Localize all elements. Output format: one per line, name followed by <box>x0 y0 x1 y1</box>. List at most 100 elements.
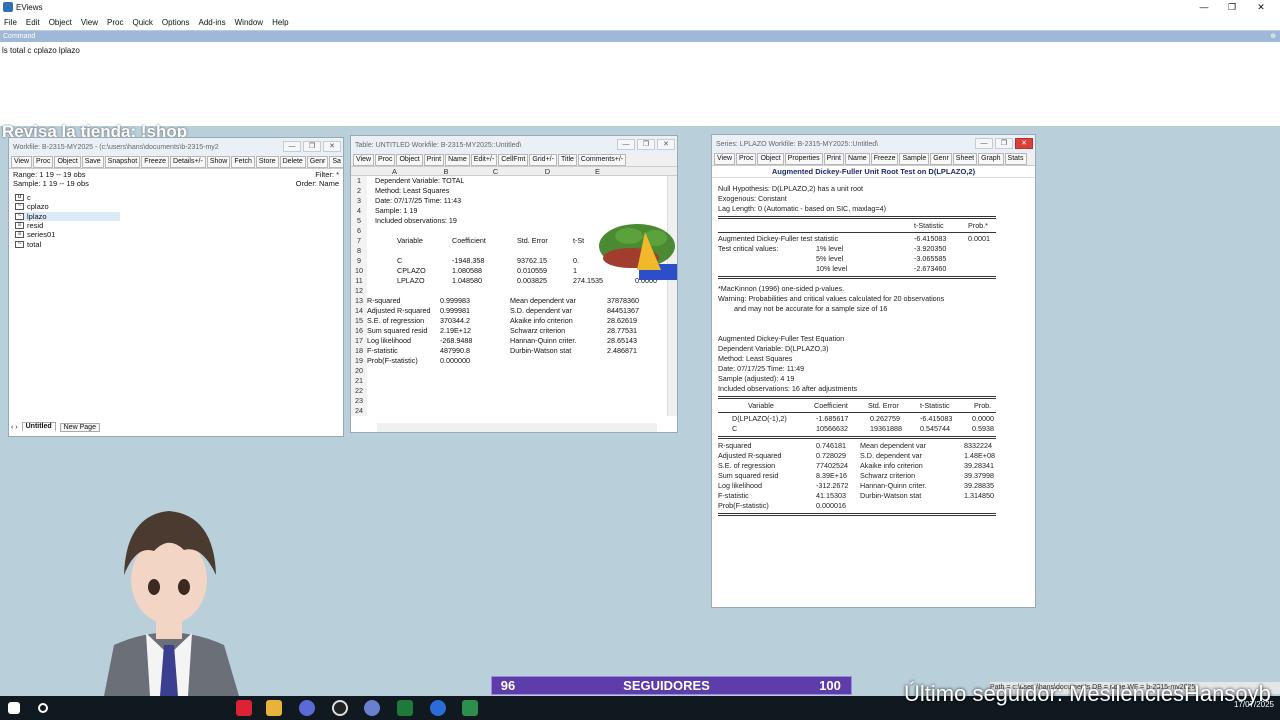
app-icon[interactable] <box>299 700 315 716</box>
sample-text[interactable]: Sample: 1 19 -- 19 obs <box>13 179 176 188</box>
column-header[interactable]: A <box>367 167 422 176</box>
windows-start-icon[interactable] <box>8 702 20 714</box>
column-header[interactable]: E <box>574 167 621 176</box>
column-header[interactable]: B <box>422 167 470 176</box>
tab-untitled[interactable]: Untitled <box>21 422 56 432</box>
toolbar-button-view[interactable]: View <box>353 154 375 166</box>
pin-icon[interactable]: ⊕ <box>1270 31 1276 42</box>
toolbar-button-freeze[interactable]: Freeze <box>870 153 899 165</box>
toolbar-button-details[interactable]: Details+/- <box>170 156 206 168</box>
toolbar-button-name[interactable]: Name <box>845 153 870 165</box>
table-titlebar[interactable]: Table: UNTITLED Workfile: B-2315-MY2025:… <box>351 136 677 154</box>
toolbar-button-store[interactable]: Store <box>255 156 279 168</box>
table-row[interactable]: 21 <box>351 376 677 386</box>
minimize-button[interactable]: — <box>975 138 993 149</box>
menu-item-file[interactable]: File <box>4 18 17 27</box>
toolbar-button-grid[interactable]: Grid+/- <box>529 154 557 166</box>
menu-item-quick[interactable]: Quick <box>132 18 152 27</box>
table-row[interactable]: 13 R-squared 0.999983 Mean dependent var 378… <box>351 296 677 306</box>
tab-new-page[interactable]: New Page <box>59 422 100 432</box>
order-text[interactable]: Order: Name <box>176 179 339 188</box>
table-row[interactable]: 3 Date: 07/17/25 Time: 11:43 <box>351 196 677 206</box>
table-row[interactable]: 17 Log likelihood -268.9488 Hannan-Quinn cr… <box>351 336 677 346</box>
workfile-item-total[interactable]: ~ total <box>15 239 337 249</box>
app-icon[interactable] <box>364 700 380 716</box>
maximize-button[interactable]: ❐ <box>637 139 655 150</box>
toolbar-button-comments[interactable]: Comments+/- <box>577 154 627 166</box>
toolbar-button-genr[interactable]: Genr <box>930 153 952 165</box>
menu-item-window[interactable]: Window <box>235 18 263 27</box>
range-text[interactable]: Range: 1 19 -- 19 obs <box>13 170 176 179</box>
toolbar-button-print[interactable]: Print <box>423 154 445 166</box>
chrome-icon[interactable] <box>430 700 446 716</box>
close-button[interactable]: ✕ <box>1250 0 1272 14</box>
close-button[interactable]: ✕ <box>657 139 675 150</box>
toolbar-button-view[interactable]: View <box>714 153 736 165</box>
tab-scroll-left[interactable]: ‹ › <box>11 424 18 431</box>
minimize-button[interactable]: — <box>283 141 301 152</box>
table-row[interactable]: 14 Adjusted R-squared 0.999981 S.D. depende… <box>351 306 677 316</box>
maximize-button[interactable]: ❐ <box>995 138 1013 149</box>
menu-item-object[interactable]: Object <box>49 18 72 27</box>
workfile-item-lplazo[interactable]: ~ lplazo <box>15 211 120 221</box>
search-icon[interactable] <box>38 703 48 713</box>
table-row[interactable]: 24 <box>351 406 677 416</box>
table-row[interactable]: 2 Method: Least Squares <box>351 186 677 196</box>
toolbar-button-genr[interactable]: Genr <box>306 156 329 168</box>
workfile-item-resid[interactable]: ≡ resid <box>15 221 337 230</box>
table-row[interactable]: 23 <box>351 396 677 406</box>
table-row[interactable]: 12 <box>351 286 677 296</box>
menu-item-help[interactable]: Help <box>272 18 288 27</box>
vertical-scrollbar[interactable] <box>667 176 677 416</box>
table-row[interactable]: 16 Sum squared resid 2.19E+12 Schwarz crite… <box>351 326 677 336</box>
table-grid[interactable]: 1 Dependent Variable: TOTAL 2 Method: Least… <box>351 176 677 416</box>
toolbar-button-proc[interactable]: Proc <box>736 153 757 165</box>
maximize-button[interactable]: ❐ <box>1221 0 1243 14</box>
toolbar-button-sheet[interactable]: Sheet <box>952 153 978 165</box>
toolbar-button-proc[interactable]: Proc <box>33 156 54 168</box>
taskbar-clock[interactable]: 17/07/2025 <box>1234 700 1274 709</box>
workfile-item-cplazo[interactable]: ~ cplazo <box>15 202 337 211</box>
adf-output[interactable]: Null Hypothesis: D(LPLAZO,2) has a unit … <box>712 178 1002 520</box>
minimize-button[interactable]: — <box>1193 0 1215 14</box>
file-explorer-icon[interactable] <box>266 700 282 716</box>
toolbar-button-object[interactable]: Object <box>757 153 784 165</box>
menu-item-view[interactable]: View <box>81 18 98 27</box>
maximize-button[interactable]: ❐ <box>303 141 321 152</box>
toolbar-button-stats[interactable]: Stats <box>1004 153 1027 165</box>
toolbar-button-sample[interactable]: Sample <box>899 153 930 165</box>
toolbar-button-fetch[interactable]: Fetch <box>231 156 255 168</box>
table-row[interactable]: 4 Sample: 1 19 <box>351 206 677 216</box>
command-window[interactable]: ls total c cplazo lplazo <box>0 42 1280 126</box>
menu-item-edit[interactable]: Edit <box>26 18 40 27</box>
table-row[interactable]: 20 <box>351 366 677 376</box>
column-header[interactable] <box>351 167 367 176</box>
toolbar-button-proc[interactable]: Proc <box>375 154 396 166</box>
eviews-icon[interactable] <box>462 700 478 716</box>
menu-item-add-ins[interactable]: Add-ins <box>199 18 226 27</box>
toolbar-button-title[interactable]: Title <box>557 154 577 166</box>
close-button[interactable]: ✕ <box>1015 138 1033 149</box>
toolbar-button-print[interactable]: Print <box>823 153 844 165</box>
workfile-item-c[interactable]: αc <box>15 193 337 202</box>
toolbar-button-cellfmt[interactable]: CellFmt <box>498 154 529 166</box>
toolbar-button-object[interactable]: Object <box>54 156 81 168</box>
table-row[interactable]: 18 F-statistic 487990.8 Durbin-Watson stat 2… <box>351 346 677 356</box>
toolbar-button-view[interactable]: View <box>11 156 33 168</box>
toolbar-button-delete[interactable]: Delete <box>279 156 306 168</box>
obs-icon[interactable] <box>332 700 348 716</box>
column-header[interactable]: C <box>470 167 521 176</box>
workfile-titlebar[interactable]: Workfile: B-2315-MY2025 - (c:\users\hans… <box>9 138 343 156</box>
table-row[interactable]: 1 Dependent Variable: TOTAL <box>351 176 677 186</box>
table-row[interactable]: 22 <box>351 386 677 396</box>
toolbar-button-graph[interactable]: Graph <box>978 153 1004 165</box>
minimize-button[interactable]: — <box>617 139 635 150</box>
toolbar-button-name[interactable]: Name <box>445 154 470 166</box>
column-header[interactable]: D <box>521 167 574 176</box>
toolbar-button-save[interactable]: Save <box>81 156 104 168</box>
toolbar-button-object[interactable]: Object <box>396 154 423 166</box>
horizontal-scrollbar[interactable] <box>377 423 657 432</box>
app-icon[interactable] <box>236 700 252 716</box>
filter-text[interactable]: Filter: * <box>176 170 339 179</box>
toolbar-button-sa[interactable]: Sa <box>329 156 343 168</box>
